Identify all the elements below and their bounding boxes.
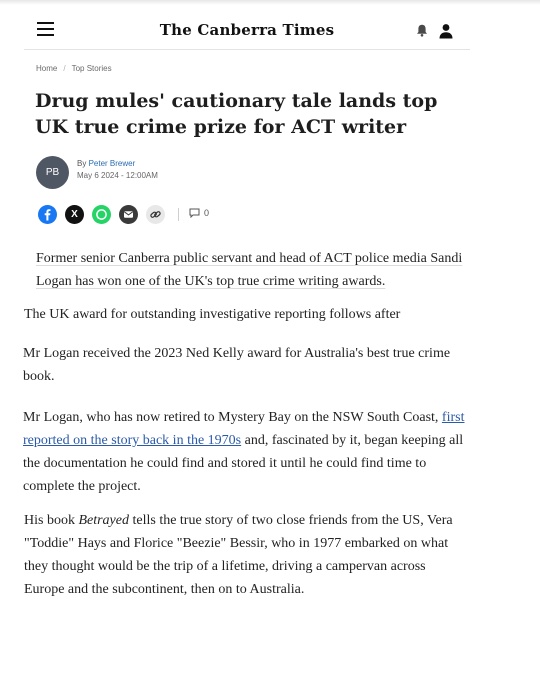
user-icon[interactable] <box>438 23 454 39</box>
article-paragraph-4: Mr Logan, who has now retired to Mystery… <box>23 406 473 498</box>
site-header: The Canberra Times <box>24 14 470 50</box>
byline: By Peter Brewer <box>77 159 277 168</box>
bell-icon[interactable] <box>416 24 428 37</box>
share-bar: X 0 <box>38 205 278 225</box>
share-divider <box>178 208 179 221</box>
intro-text: Former senior Canberra public servant an… <box>36 251 463 289</box>
article-paragraph-5: His book Betrayed tells the true story o… <box>24 509 469 601</box>
breadcrumb-separator: / <box>63 64 66 73</box>
author-name-link[interactable]: Peter Brewer <box>89 159 136 168</box>
article-paragraph-2: The UK award for outstanding investigati… <box>24 307 401 322</box>
comment-icon <box>189 208 200 219</box>
p4-text-before: Mr Logan, who has now retired to Mystery… <box>23 410 442 425</box>
p5-text-before: His book <box>24 513 79 528</box>
top-shadow <box>0 0 540 5</box>
publish-date: May 6 2024 - 12:00AM <box>77 171 158 180</box>
author-avatar[interactable]: PB <box>36 156 69 189</box>
comments-button[interactable]: 0 <box>189 208 210 219</box>
breadcrumb: Home / Top Stories <box>36 64 112 73</box>
comment-count: 0 <box>204 208 210 218</box>
breadcrumb-top-stories[interactable]: Top Stories <box>72 64 112 73</box>
article-headline: Drug mules' cautionary tale lands top UK… <box>35 90 438 138</box>
whatsapp-icon <box>96 209 107 220</box>
whatsapp-share-button[interactable] <box>92 205 111 224</box>
facebook-icon <box>44 209 51 221</box>
email-share-button[interactable] <box>119 205 138 224</box>
article-intro-paragraph: Former senior Canberra public servant an… <box>36 247 466 293</box>
x-share-button[interactable]: X <box>65 205 84 224</box>
masthead-logo[interactable]: The Canberra Times <box>24 21 470 39</box>
book-title: Betrayed <box>78 513 129 528</box>
link-icon <box>150 211 161 218</box>
facebook-share-button[interactable] <box>38 205 57 224</box>
copy-link-button[interactable] <box>146 205 165 224</box>
byline-prefix: By <box>77 159 89 168</box>
breadcrumb-home[interactable]: Home <box>36 64 57 73</box>
article-paragraph-3: Mr Logan received the 2023 Ned Kelly awa… <box>23 346 451 384</box>
email-icon <box>124 211 133 218</box>
